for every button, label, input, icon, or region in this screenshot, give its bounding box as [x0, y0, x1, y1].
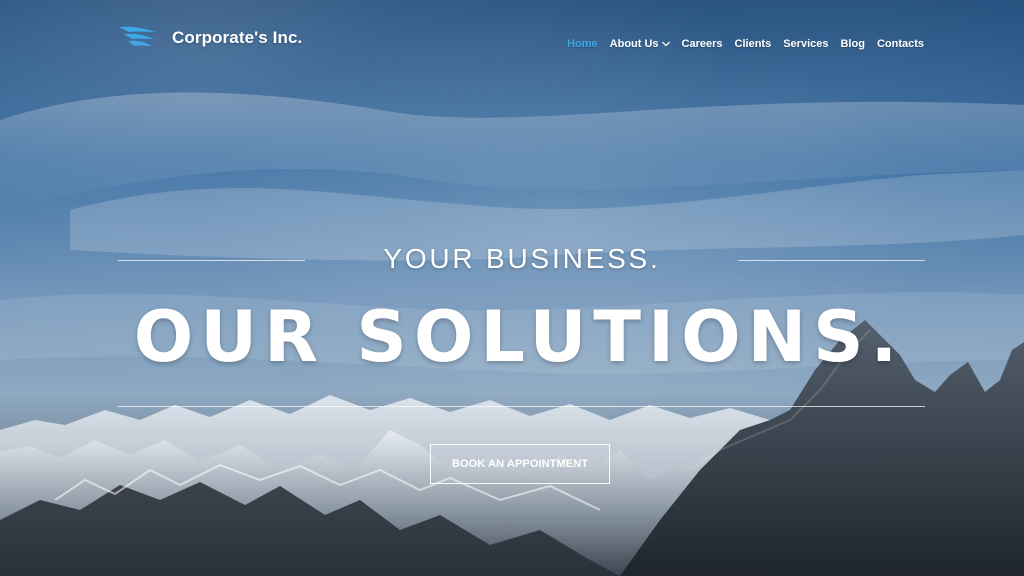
- nav-blog[interactable]: Blog: [840, 38, 864, 50]
- brand-logo[interactable]: Corporate's Inc.: [118, 24, 302, 52]
- nav-clients[interactable]: Clients: [735, 38, 772, 50]
- nav-about-us-label: About Us: [609, 38, 659, 50]
- wing-logo-icon: [119, 26, 155, 46]
- main-navigation: Home About Us Careers Clients Services B…: [567, 38, 924, 50]
- nav-careers[interactable]: Careers: [682, 38, 723, 50]
- nav-contacts[interactable]: Contacts: [877, 38, 924, 50]
- headline-bottom-rule: [118, 406, 925, 407]
- hero-tagline: YOUR BUSINESS.: [383, 243, 661, 274]
- brand-name: Corporate's Inc.: [172, 28, 303, 47]
- nav-home[interactable]: Home: [567, 38, 598, 50]
- tagline-right-rule: [738, 260, 925, 261]
- mountain-landscape: [0, 92, 1024, 576]
- hero-headline: OUR SOLUTIONS.: [133, 296, 905, 378]
- tagline-left-rule: [118, 260, 305, 261]
- nav-services[interactable]: Services: [783, 38, 828, 50]
- nav-about-us[interactable]: About Us: [610, 38, 670, 50]
- chevron-down-icon: [661, 41, 670, 47]
- book-appointment-button[interactable]: BOOK AN APPOINTMENT: [430, 444, 610, 484]
- hero-background: [0, 0, 1024, 576]
